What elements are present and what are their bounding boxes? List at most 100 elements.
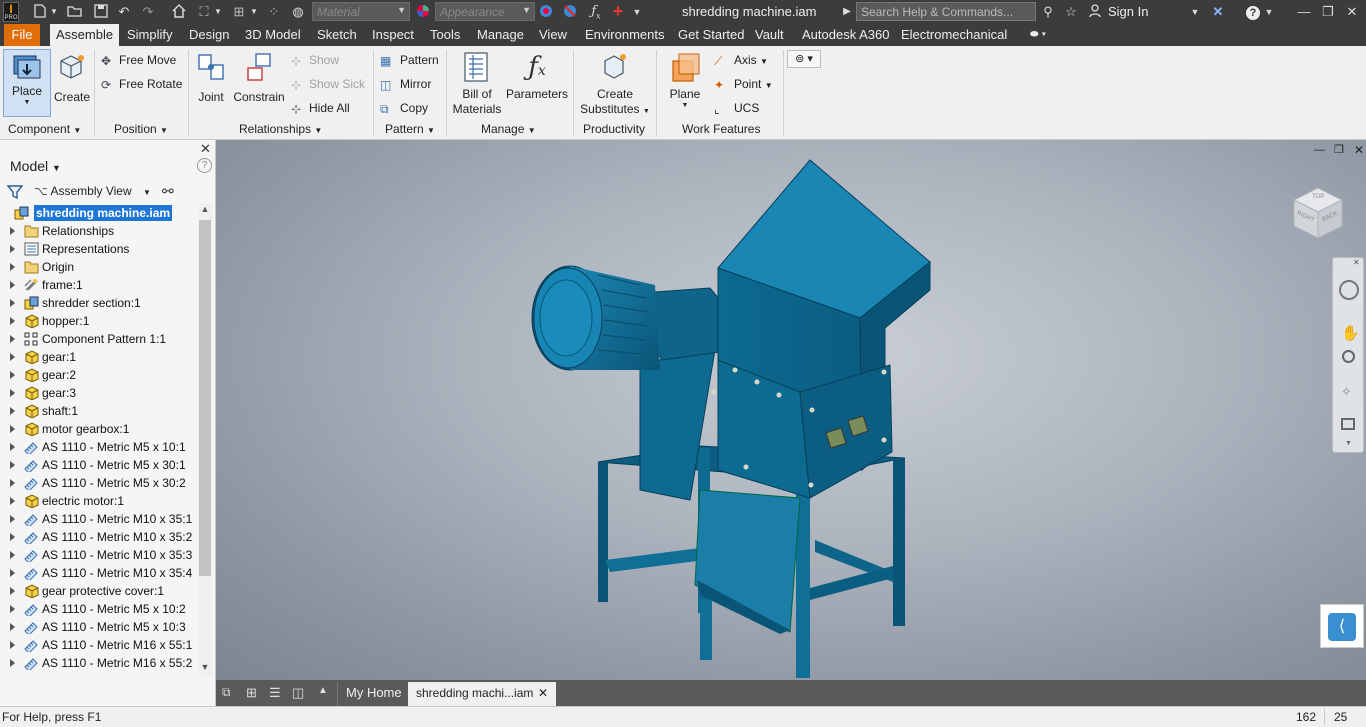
find-binoculars-icon[interactable]: ⚯ <box>162 183 174 200</box>
free-move-button[interactable]: ✥ Free Move <box>101 50 176 70</box>
point-button[interactable]: ✦ Point ▼ <box>714 74 773 94</box>
expand-arrow-icon[interactable] <box>10 407 15 415</box>
expand-arrow-icon[interactable] <box>10 335 15 343</box>
expand-arrow-icon[interactable] <box>10 371 15 379</box>
function-icon[interactable]: ƒx <box>588 4 604 21</box>
navbar-close-icon[interactable]: ✕ <box>1353 258 1360 267</box>
browser-title[interactable]: Model ▼ <box>10 158 61 174</box>
new-dropdown-icon[interactable]: ▼ <box>50 4 58 20</box>
tab-document[interactable]: shredding machi...iam ✕ <box>408 682 556 706</box>
tree-item[interactable]: AS 1110 - Metric M16 x 55:1 <box>0 636 197 654</box>
expand-arrow-icon[interactable] <box>10 317 15 325</box>
look-at-icon[interactable] <box>1341 418 1355 430</box>
tree-item[interactable]: motor gearbox:1 <box>0 420 197 438</box>
tree-item[interactable]: Origin <box>0 258 197 276</box>
tab-assemble[interactable]: Assemble <box>50 24 120 46</box>
expand-arrow-icon[interactable] <box>10 245 15 253</box>
expand-arrow-icon[interactable] <box>10 461 15 469</box>
position-group-label[interactable]: Position ▼ <box>114 122 168 136</box>
create-substitutes-button[interactable]: Create Substitutes ▼ <box>578 49 652 116</box>
tile-windows-icon[interactable]: ⊞ <box>246 685 262 701</box>
bill-of-materials-button[interactable]: Bill of Materials <box>450 49 504 116</box>
joint-button[interactable]: Joint <box>193 49 229 105</box>
scroll-up-icon[interactable]: ▲ <box>198 204 212 218</box>
expand-arrow-icon[interactable] <box>10 443 15 451</box>
expand-arrow-icon[interactable] <box>10 515 15 523</box>
tab-environments[interactable]: Environments <box>579 24 670 46</box>
sign-in-dropdown-icon[interactable]: ▼ <box>1190 4 1200 20</box>
tree-item[interactable]: AS 1110 - Metric M5 x 10:3 <box>0 618 197 636</box>
home-icon[interactable] <box>171 4 187 20</box>
constrain-button[interactable]: Constrain <box>231 49 287 105</box>
expand-arrow-icon[interactable] <box>10 659 15 667</box>
tree-item[interactable]: shaft:1 <box>0 402 197 420</box>
update-icon[interactable]: ⛶ <box>196 4 212 20</box>
measure-icon[interactable]: ⁘ <box>266 4 282 20</box>
select-dropdown-icon[interactable]: ▼ <box>250 4 258 20</box>
close-icon[interactable]: ✕ <box>1344 4 1360 20</box>
tab-my-home[interactable]: My Home <box>337 682 410 706</box>
undo-icon[interactable]: ↶ <box>116 4 132 20</box>
plus-icon[interactable]: + <box>610 2 626 20</box>
tree-item[interactable]: AS 1110 - Metric M16 x 55:2 <box>0 654 197 672</box>
tab-tools[interactable]: Tools <box>424 24 466 46</box>
plane-button[interactable]: Plane ▼ <box>664 49 706 115</box>
tree-item[interactable]: gear:1 <box>0 348 197 366</box>
tree-item[interactable]: gear:3 <box>0 384 197 402</box>
update-dropdown-icon[interactable]: ▼ <box>214 4 222 20</box>
user-icon[interactable] <box>1088 4 1102 20</box>
expand-arrow-icon[interactable] <box>10 623 15 631</box>
appearance-combo[interactable]: Appearance ▼ <box>435 2 535 21</box>
assembly-view-selector[interactable]: ⌥ Assembly View ▼ <box>34 184 151 198</box>
ribbon-overflow-button[interactable]: ⊚ ▾ <box>787 50 821 68</box>
ribbon-display-toggle-icon[interactable]: ⬬ ▾ <box>1030 29 1054 42</box>
place-button[interactable]: Place ▼ <box>3 49 51 117</box>
show-button[interactable]: ⊹ Show <box>291 50 339 70</box>
navbar-customize-icon[interactable]: ▼ <box>1345 440 1352 447</box>
free-rotate-button[interactable]: ⟳ Free Rotate <box>101 74 182 94</box>
tab-electromechanical[interactable]: Electromechanical <box>895 24 1013 46</box>
minimize-icon[interactable]: — <box>1296 4 1312 20</box>
expand-arrow-icon[interactable] <box>10 533 15 541</box>
expand-arrow-icon[interactable] <box>10 641 15 649</box>
pattern-group-label[interactable]: Pattern ▼ <box>385 122 435 136</box>
tab-file[interactable]: File <box>4 24 40 46</box>
expand-arrow-icon[interactable] <box>10 263 15 271</box>
expand-arrow-icon[interactable] <box>10 353 15 361</box>
view-cube[interactable]: TOP RIGHT BACK <box>1290 184 1346 240</box>
tree-item[interactable]: Relationships <box>0 222 197 240</box>
create-component-button[interactable]: Create <box>53 49 91 105</box>
mirror-button[interactable]: ◫ Mirror <box>380 74 431 94</box>
search-arrow-icon[interactable]: ▶ <box>842 4 852 20</box>
expand-arrow-icon[interactable] <box>10 425 15 433</box>
expand-arrow-icon[interactable] <box>10 551 15 559</box>
shredding-machine-model[interactable] <box>216 140 1366 680</box>
cascade-windows-icon[interactable]: ⧉ <box>222 685 238 701</box>
tab-view[interactable]: View <box>533 24 573 46</box>
pattern-button[interactable]: ▦ Pattern <box>380 50 439 70</box>
scroll-thumb[interactable] <box>199 220 211 576</box>
tile-horizontal-icon[interactable]: ☰ <box>269 685 285 701</box>
tab-autodesk-a360[interactable]: Autodesk A360 <box>796 24 895 46</box>
tree-item[interactable]: AS 1110 - Metric M5 x 10:1 <box>0 438 197 456</box>
tree-item[interactable]: AS 1110 - Metric M10 x 35:2 <box>0 528 197 546</box>
save-icon[interactable] <box>93 4 109 20</box>
expand-arrow-icon[interactable] <box>10 299 15 307</box>
customize-dropdown-icon[interactable]: ▼ <box>632 4 642 20</box>
hide-all-button[interactable]: ⊹ Hide All <box>291 98 350 118</box>
select-icon[interactable]: ⊞ <box>231 4 247 20</box>
tab-manage[interactable]: Manage <box>471 24 530 46</box>
tree-item[interactable]: electric motor:1 <box>0 492 197 510</box>
search-binoculars-icon[interactable]: ⚲ <box>1040 4 1056 20</box>
tab-3d-model[interactable]: 3D Model <box>239 24 307 46</box>
open-icon[interactable] <box>66 4 84 20</box>
clear-appearance-icon[interactable] <box>562 4 578 20</box>
help-icon[interactable]: ? <box>197 158 212 173</box>
browser-close-icon[interactable]: ✕ <box>200 141 211 157</box>
parameters-button[interactable]: ƒx Parameters <box>505 49 569 105</box>
expand-arrow-icon[interactable] <box>10 479 15 487</box>
ucs-button[interactable]: ⌞ UCS <box>714 98 759 118</box>
tab-list-up-icon[interactable]: ▲ <box>318 685 330 701</box>
filter-icon[interactable] <box>6 184 24 200</box>
pan-icon[interactable]: ✋ <box>1341 324 1360 342</box>
